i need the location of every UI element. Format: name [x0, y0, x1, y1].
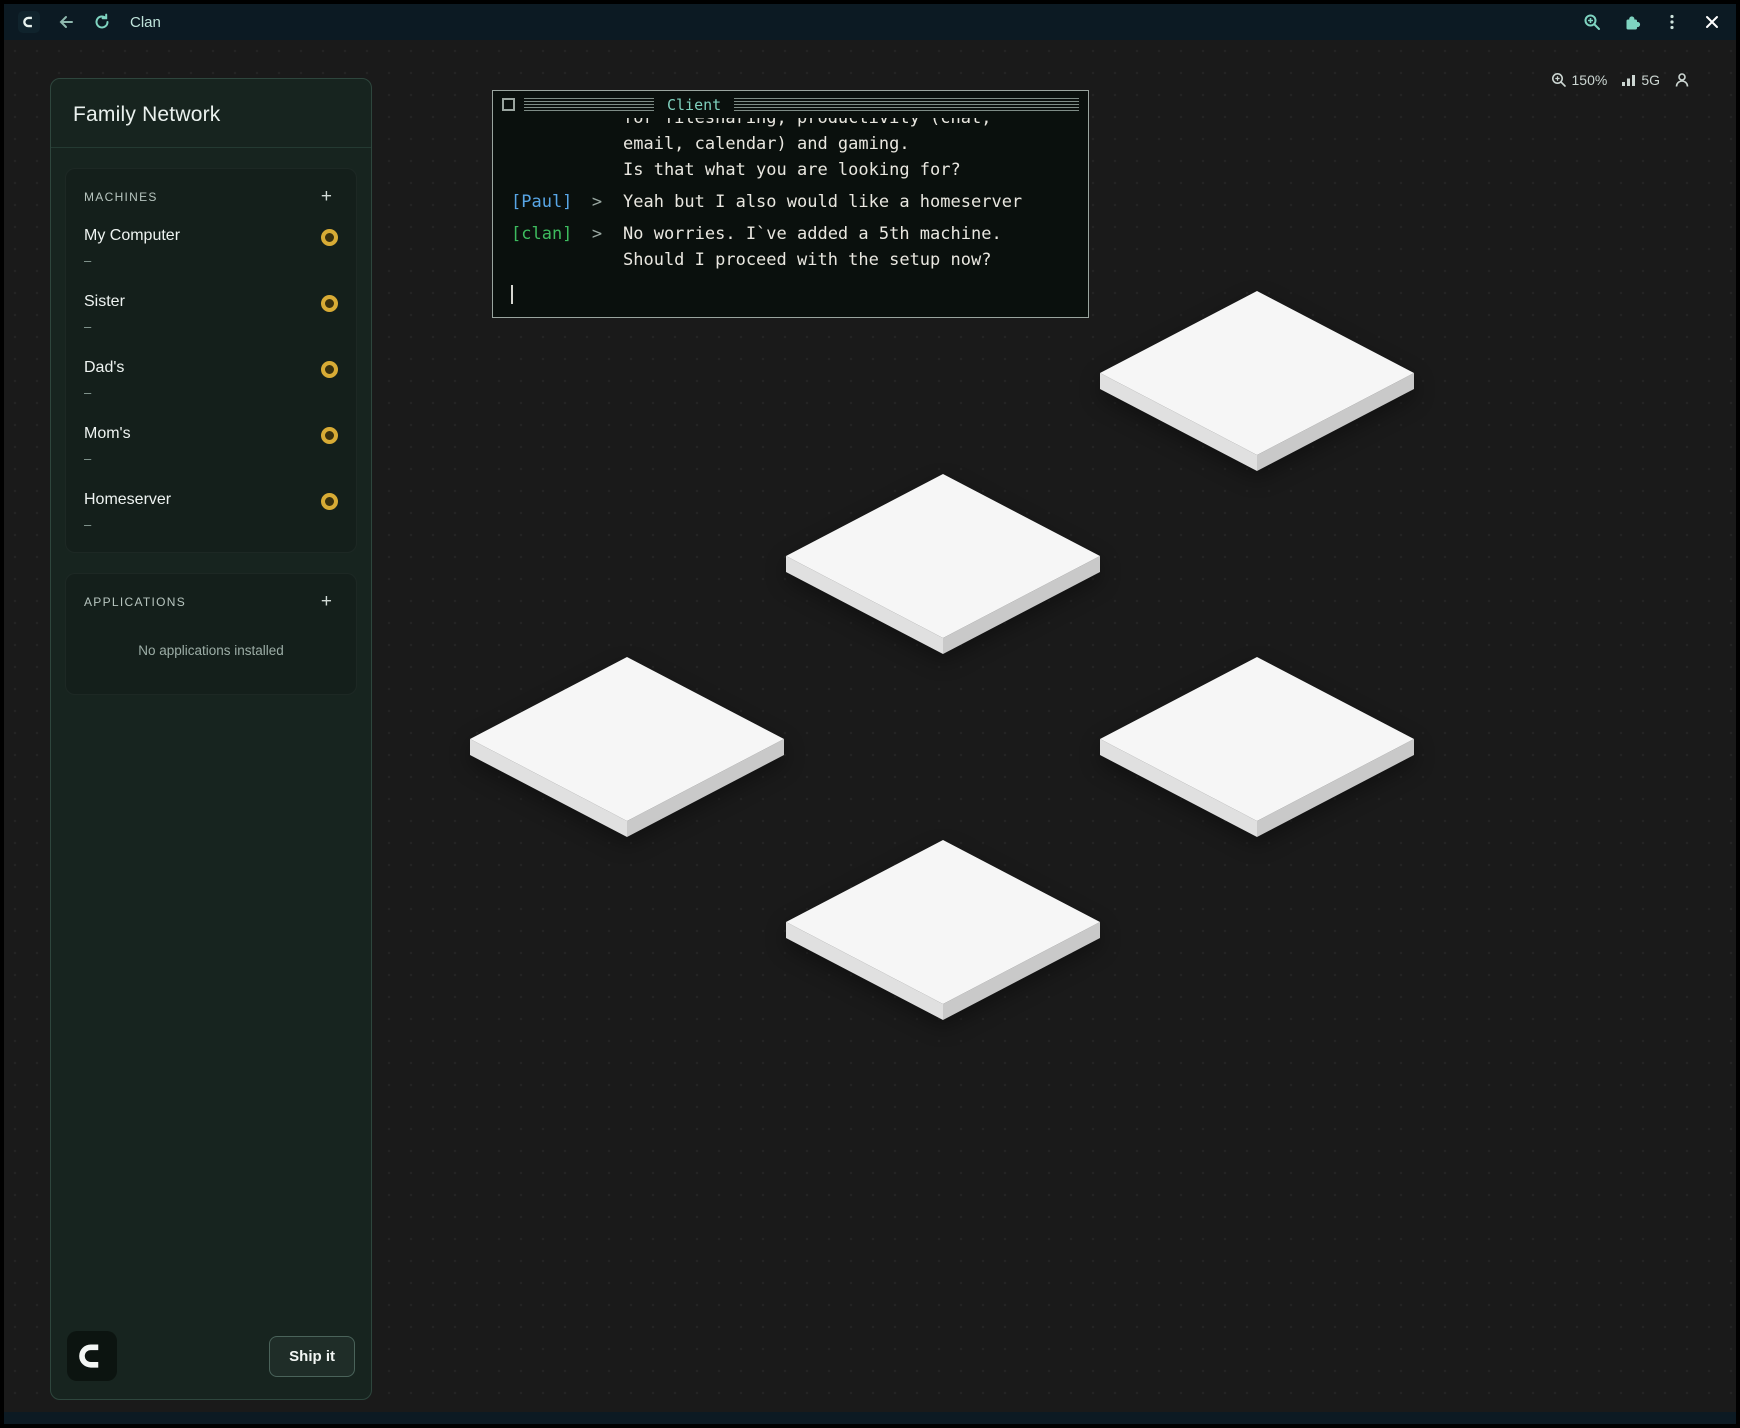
app-window: Clan 150% 5: [0, 0, 1740, 1428]
terminal-message: for filesharing, productivity (chat, ema…: [511, 118, 1078, 183]
zoom-in-icon[interactable]: [1582, 12, 1602, 32]
machine-row-my-computer[interactable]: My Computer –: [82, 214, 340, 280]
terminal-arrow: [571, 118, 623, 183]
machine-name: Sister: [84, 293, 321, 311]
machines-section: MACHINES + My Computer – Sister – Dad's …: [65, 168, 357, 553]
terminal-line: Yeah but I also would like a homeserver: [623, 189, 1078, 215]
terminal-message: [clan] > No worries. I`ve added a 5th ma…: [511, 221, 1078, 273]
machine-row-moms[interactable]: Mom's –: [82, 412, 340, 478]
terminal-body[interactable]: for filesharing, productivity (chat, ema…: [493, 118, 1088, 309]
terminal-arrow: >: [571, 221, 623, 273]
zoom-value: 150%: [1572, 72, 1608, 88]
machine-subtitle: –: [84, 319, 321, 334]
terminal-line: email, calendar) and gaming.: [623, 131, 1078, 157]
add-machine-button[interactable]: +: [315, 185, 338, 208]
machine-name: Mom's: [84, 425, 321, 443]
canvas-hud: 150% 5G: [1551, 72, 1691, 88]
terminal-input-row[interactable]: [511, 281, 1078, 307]
machine-subtitle: –: [84, 451, 321, 466]
titlebar-stripes: [734, 98, 1079, 111]
signal-bars-icon: [1621, 73, 1636, 87]
text-cursor: [511, 285, 513, 304]
terminal-message: [Paul] > Yeah but I also would like a ho…: [511, 189, 1078, 215]
machine-row-dads[interactable]: Dad's –: [82, 346, 340, 412]
terminal-message-text: Yeah but I also would like a homeserver: [623, 189, 1078, 215]
page-title: Clan: [130, 14, 161, 31]
terminal-close-box[interactable]: [502, 98, 515, 111]
machine-name: My Computer: [84, 227, 321, 245]
applications-section: APPLICATIONS + No applications installed: [65, 573, 357, 695]
terminal-titlebar: Client: [493, 91, 1088, 118]
add-application-button[interactable]: +: [315, 590, 338, 613]
terminal-line: No worries. I`ve added a 5th machine.: [623, 221, 1078, 247]
family-network-panel: Family Network MACHINES + My Computer – …: [50, 78, 372, 1400]
ship-it-button[interactable]: Ship it: [269, 1336, 355, 1377]
machine-tile[interactable]: [786, 840, 1100, 1020]
machine-row-sister[interactable]: Sister –: [82, 280, 340, 346]
terminal-message-text: No worries. I`ve added a 5th machine. Sh…: [623, 221, 1078, 273]
terminal-speaker: [511, 118, 571, 183]
terminal-line: Is that what you are looking for?: [623, 157, 1078, 183]
machine-tile[interactable]: [1100, 291, 1414, 471]
machine-status-icon: [321, 427, 338, 444]
titlebar-stripes: [524, 98, 654, 111]
terminal-line: Should I proceed with the setup now?: [623, 247, 1078, 273]
window-bottom-bar: [4, 1412, 1736, 1424]
machine-tile[interactable]: [1100, 657, 1414, 837]
client-terminal-window: Client for filesharing, productivity (ch…: [492, 90, 1089, 318]
terminal-arrow: >: [571, 189, 623, 215]
applications-heading: APPLICATIONS: [84, 595, 186, 609]
sidebar-footer: Ship it: [51, 1331, 371, 1399]
back-icon[interactable]: [56, 12, 76, 32]
machine-status-icon: [321, 295, 338, 312]
extensions-icon[interactable]: [1622, 12, 1642, 32]
machine-tile[interactable]: [470, 657, 784, 837]
machine-name: Dad's: [84, 359, 321, 377]
machines-heading: MACHINES: [84, 190, 158, 204]
machine-subtitle: –: [84, 517, 321, 532]
reload-icon[interactable]: [92, 12, 112, 32]
machine-status-icon: [321, 493, 338, 510]
machine-subtitle: –: [84, 253, 321, 268]
machine-name: Homeserver: [84, 491, 321, 509]
terminal-speaker: [Paul]: [511, 189, 571, 215]
terminal-title: Client: [663, 96, 725, 114]
machine-subtitle: –: [84, 385, 321, 400]
zoom-indicator[interactable]: 150%: [1551, 72, 1608, 88]
browser-titlebar: Clan: [4, 4, 1736, 40]
close-icon[interactable]: [1702, 12, 1722, 32]
clan-favicon-icon: [18, 11, 40, 33]
applications-empty-text: No applications installed: [82, 619, 340, 686]
panel-title: Family Network: [51, 79, 371, 148]
machine-status-icon: [321, 361, 338, 378]
machine-row-homeserver[interactable]: Homeserver –: [82, 478, 340, 544]
clan-logo-icon: [67, 1331, 117, 1381]
menu-kebab-icon[interactable]: [1662, 12, 1682, 32]
machine-status-icon: [321, 229, 338, 246]
machine-tile[interactable]: [786, 474, 1100, 654]
canvas: 150% 5G Client: [4, 40, 1736, 1412]
network-indicator: 5G: [1621, 72, 1660, 88]
terminal-speaker: [clan]: [511, 221, 571, 273]
terminal-message-text: for filesharing, productivity (chat, ema…: [623, 118, 1078, 183]
terminal-line: for filesharing, productivity (chat,: [623, 118, 1078, 131]
network-value: 5G: [1641, 72, 1660, 88]
user-icon[interactable]: [1674, 72, 1690, 88]
